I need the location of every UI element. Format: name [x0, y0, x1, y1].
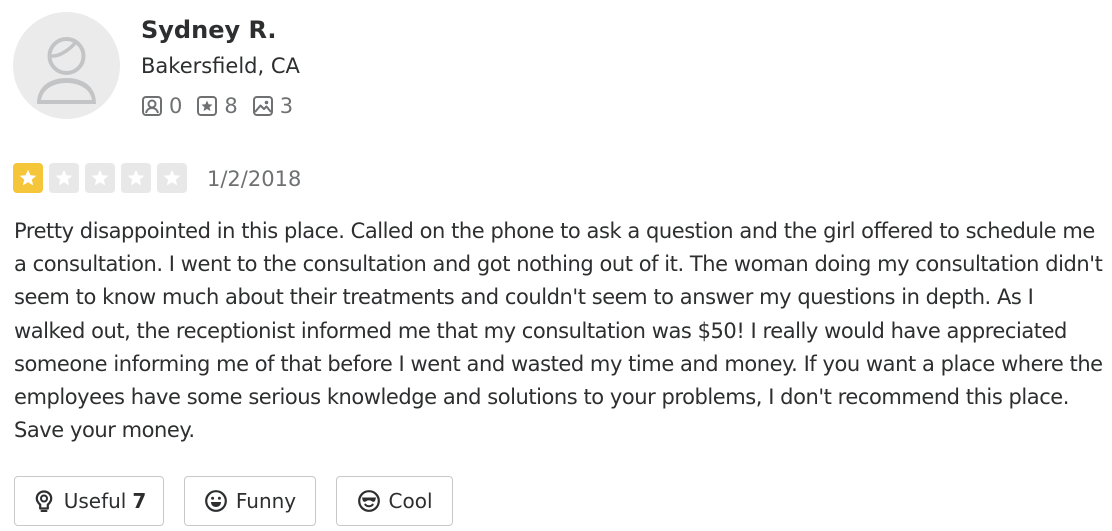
star-empty-icon [49, 163, 79, 193]
cool-label: Cool [388, 489, 433, 513]
photos-stat: 3 [252, 94, 293, 118]
review-text: Pretty disappointed in this place. Calle… [14, 219, 1103, 443]
sunglasses-face-icon [357, 490, 380, 512]
friends-count: 0 [169, 94, 183, 118]
lightbulb-icon [35, 490, 53, 512]
friends-stat: 0 [141, 94, 182, 118]
photos-count: 3 [279, 94, 294, 118]
reviews-stat: 8 [196, 94, 238, 118]
star-empty-icon [85, 163, 115, 193]
star-glyph-icon [163, 169, 181, 186]
user-name[interactable]: Sydney R. [141, 15, 277, 45]
star-rating [13, 163, 187, 193]
default-avatar-icon [37, 37, 96, 104]
funny-button[interactable]: Funny [184, 476, 316, 526]
photos-icon [252, 96, 273, 116]
user-avatar[interactable] [13, 12, 120, 119]
star-glyph-icon [91, 169, 109, 186]
useful-label: Useful [63, 489, 127, 513]
reviews-count: 8 [224, 94, 238, 118]
friends-icon [142, 96, 162, 116]
funny-label: Funny [235, 489, 297, 513]
useful-button[interactable]: Useful 7 [14, 476, 164, 526]
user-location: Bakersfield, CA [141, 54, 300, 78]
star-glyph-icon [127, 169, 145, 186]
star-empty-icon [121, 163, 151, 193]
star-glyph-icon [19, 169, 37, 186]
cool-button[interactable]: Cool [336, 476, 453, 526]
useful-count: 7 [132, 489, 147, 513]
reviews-star-icon [197, 96, 218, 116]
review-card: Sydney R. Bakersfield, CA 0 8 3 1/2/2018… [0, 0, 1112, 531]
user-stats: 0 8 3 [141, 92, 293, 120]
laughing-face-icon [204, 490, 227, 512]
star-filled-icon [13, 163, 43, 193]
star-empty-icon [157, 163, 187, 193]
review-date: 1/2/2018 [207, 167, 302, 191]
reaction-buttons: Useful 7 Funny Cool [14, 476, 453, 526]
star-glyph-icon [55, 169, 73, 186]
